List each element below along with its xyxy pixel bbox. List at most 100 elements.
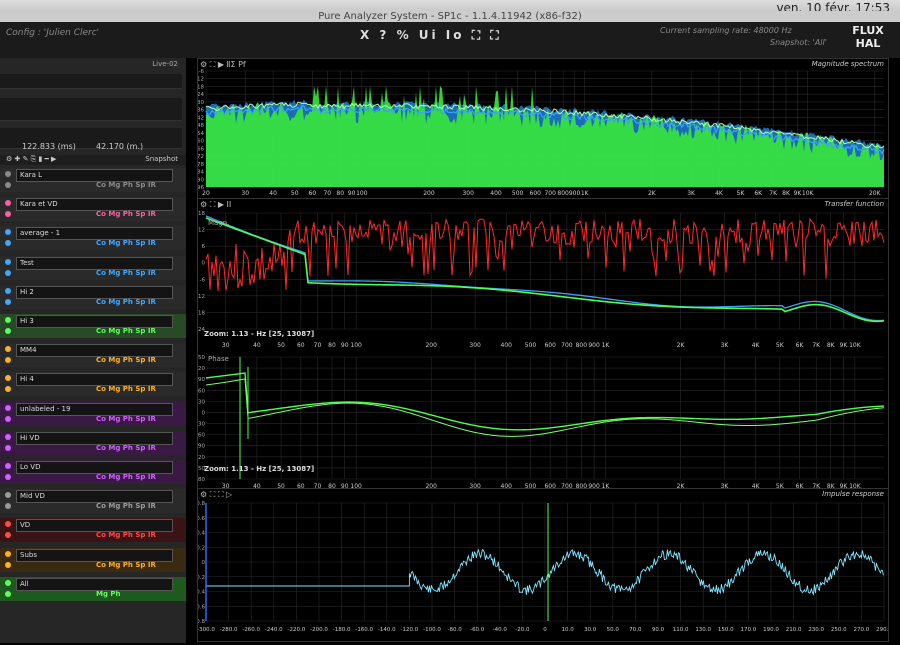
- channel-item[interactable]: Test Co Mg Ph Sp IR: [0, 255, 186, 280]
- channel-tags[interactable]: Co Mg Ph Sp IR: [96, 444, 156, 452]
- channel-color-dot[interactable]: [5, 433, 11, 440]
- channel-tags[interactable]: Co Mg Ph Sp IR: [96, 531, 156, 539]
- channel-color-dot[interactable]: [5, 375, 11, 382]
- x-tick-label: 70.0: [629, 627, 642, 633]
- x-tick-label: 70: [314, 342, 322, 349]
- channel-color-dot[interactable]: [5, 258, 11, 265]
- channel-tags[interactable]: Co Mg Ph Sp IR: [96, 356, 156, 364]
- channel-color-dot[interactable]: [5, 287, 11, 294]
- channel-color-dot[interactable]: [5, 404, 11, 411]
- channel-settings-dot[interactable]: [5, 182, 11, 188]
- y-tick-label: 0: [202, 261, 206, 267]
- snapshot-toolbar[interactable]: ⚙ ✚ ✎ ⎘ ▮ ━ ▶ Snapshot: [0, 155, 186, 165]
- channel-settings-dot[interactable]: [5, 474, 11, 480]
- channel-settings-dot[interactable]: [5, 532, 11, 539]
- channel-settings-dot[interactable]: [5, 590, 11, 597]
- x-tick-label: 40: [253, 342, 261, 349]
- channel-item[interactable]: average - 1 Co Mg Ph Sp IR: [0, 226, 186, 251]
- channel-settings-dot[interactable]: [5, 269, 11, 276]
- x-tick-label: 90.0: [652, 627, 665, 633]
- channel-item[interactable]: Hi 3 Co Mg Ph Sp IR: [0, 314, 186, 338]
- channel-name[interactable]: All: [16, 577, 173, 591]
- channel-tags[interactable]: Co Mg Ph Sp IR: [96, 561, 156, 569]
- channel-item[interactable]: Mid VD Co Mg Ph Sp IR: [0, 489, 186, 514]
- channel-tags[interactable]: Co Mg Ph Sp IR: [96, 327, 156, 335]
- live-row-2[interactable]: [0, 98, 182, 121]
- x-tick-label: -220.0: [288, 627, 306, 633]
- channel-color-dot[interactable]: [5, 229, 11, 236]
- channel-item[interactable]: Hi 4 Co Mg Ph Sp IR: [0, 372, 186, 397]
- x-tick-label: 1K: [602, 342, 611, 349]
- channel-color-dot[interactable]: [5, 492, 11, 499]
- magnitude-label: Magn.: [208, 219, 230, 227]
- channel-tags[interactable]: Co Mg Ph Sp IR: [96, 385, 156, 393]
- channel-settings-dot[interactable]: [5, 444, 11, 451]
- channel-settings-dot[interactable]: [5, 415, 11, 422]
- zoom-phase: Zoom: 1.13 - Hz [25, 13087]: [204, 465, 315, 473]
- channel-tags[interactable]: Co Mg Ph Sp IR: [96, 415, 156, 423]
- channel-color-dot[interactable]: [5, 346, 11, 353]
- channel-settings-dot[interactable]: [5, 240, 11, 247]
- channel-tags[interactable]: Mg Ph: [96, 590, 121, 598]
- channel-item[interactable]: Kara et VD Co Mg Ph Sp IR: [0, 197, 186, 222]
- channel-tags[interactable]: Co Mg Ph Sp IR: [96, 473, 156, 481]
- channel-item[interactable]: Subs Co Mg Ph Sp IR: [0, 547, 186, 572]
- y-tick-label: 0.2: [198, 545, 205, 551]
- channel-tags[interactable]: Co Mg Ph Sp IR: [96, 210, 156, 218]
- channel-item[interactable]: unlabeled - 19 Co Mg Ph Sp IR: [0, 401, 186, 426]
- x-tick-label: -200.0: [310, 627, 328, 633]
- y-tick-label: -30: [198, 422, 205, 428]
- channel-tags[interactable]: Co Mg Ph Sp IR: [96, 181, 156, 189]
- channel-settings-dot[interactable]: [5, 561, 11, 568]
- channel-color-dot[interactable]: [5, 521, 11, 528]
- channel-item[interactable]: All Mg Ph: [0, 576, 186, 601]
- channel-settings-dot[interactable]: [5, 503, 11, 510]
- x-tick-label: -280.0: [220, 627, 238, 633]
- channel-tags[interactable]: Co Mg Ph Sp IR: [96, 269, 156, 277]
- y-tick-label: -36: [198, 108, 204, 114]
- y-tick-label: -30: [198, 100, 204, 106]
- channel-color-dot[interactable]: [5, 579, 11, 586]
- snapshot-tools[interactable]: ⚙ ✚ ✎ ⎘ ▮ ━ ▶: [6, 155, 56, 164]
- x-tick-label: 600: [530, 190, 542, 197]
- live-label: Live-02: [152, 60, 178, 68]
- channel-color-dot[interactable]: [5, 463, 11, 469]
- channel-color-dot[interactable]: [5, 317, 11, 323]
- channel-color-dot[interactable]: [5, 171, 11, 177]
- x-tick-label: -80.0: [447, 627, 462, 633]
- toolbar-buttons[interactable]: X ? % Ui Io ⛶ ⛶: [360, 28, 502, 43]
- channel-item[interactable]: VD Co Mg Ph Sp IR: [0, 518, 186, 543]
- x-tick-label: 2K: [648, 190, 657, 197]
- channel-item[interactable]: Hi 2 Co Mg Ph Sp IR: [0, 284, 186, 309]
- transfer-tools[interactable]: ⚙ ⛶ ▶ ⅠⅠ: [200, 200, 231, 210]
- channel-item[interactable]: MM4 Co Mg Ph Sp IR: [0, 343, 186, 368]
- live-row-1[interactable]: [0, 74, 182, 89]
- channel-color-dot[interactable]: [5, 550, 11, 557]
- x-tick-label: 600: [544, 342, 556, 349]
- x-tick-label: 150.0: [718, 627, 734, 633]
- x-tick-label: -20.0: [515, 627, 530, 633]
- y-tick-label: -0.4: [198, 590, 205, 596]
- x-tick-label: 80: [336, 190, 344, 197]
- spectrum-tools[interactable]: ⚙ ⛶ ▶ ⅡΣ Pf: [200, 60, 246, 70]
- channel-settings-dot[interactable]: [5, 328, 11, 334]
- x-tick-label: 400: [490, 190, 502, 197]
- channel-settings-dot[interactable]: [5, 298, 11, 305]
- channel-tags[interactable]: Co Mg Ph Sp IR: [96, 502, 156, 510]
- x-tick-label: 5K: [776, 342, 785, 349]
- channel-item[interactable]: Kara L Co Mg Ph Sp IR: [0, 168, 186, 192]
- channel-settings-dot[interactable]: [5, 357, 11, 364]
- channel-item[interactable]: Hi VD Co Mg Ph Sp IR: [0, 430, 186, 455]
- x-tick-label: 500: [512, 190, 524, 197]
- y-tick-label: -120: [198, 455, 205, 461]
- channel-tags[interactable]: Co Mg Ph Sp IR: [96, 239, 156, 247]
- x-tick-label: 20K: [869, 190, 882, 197]
- channel-tags[interactable]: Co Mg Ph Sp IR: [96, 298, 156, 306]
- y-tick-label: -90: [198, 444, 205, 450]
- impulse-tools[interactable]: ⚙ ⛶ ⛶ ▷: [200, 490, 232, 500]
- channel-settings-dot[interactable]: [5, 211, 11, 218]
- channel-settings-dot[interactable]: [5, 386, 11, 393]
- channel-item[interactable]: Lo VD Co Mg Ph Sp IR: [0, 460, 186, 484]
- channel-color-dot[interactable]: [5, 200, 11, 207]
- y-tick-label: -42: [198, 115, 204, 121]
